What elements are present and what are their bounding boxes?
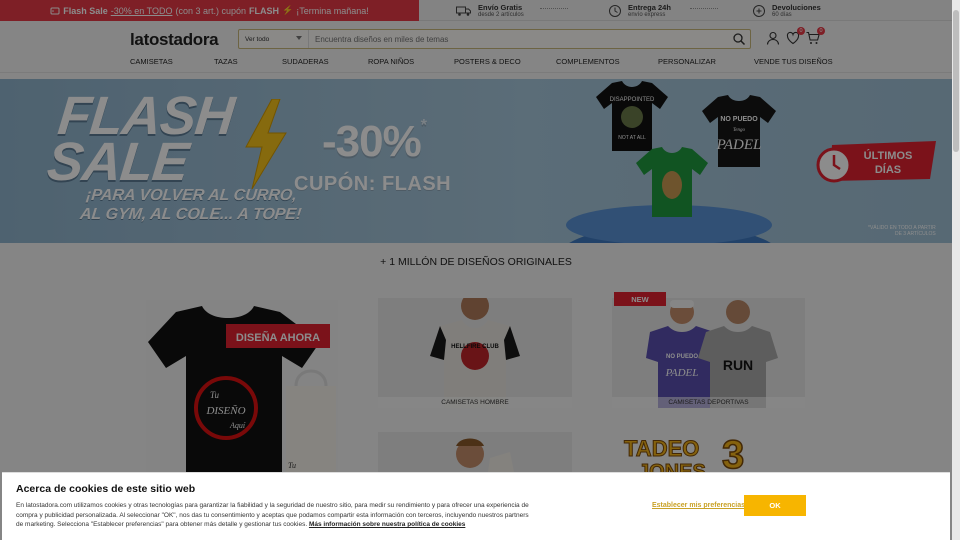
accept-cookies-button[interactable]: OK bbox=[744, 495, 806, 516]
set-preferences-link[interactable]: Establecer mis preferencias bbox=[652, 502, 745, 509]
cookie-consent-banner: Acerca de cookies de este sitio web En l… bbox=[2, 472, 950, 540]
page-scrollbar[interactable] bbox=[952, 0, 960, 540]
cookie-policy-link[interactable]: Más información sobre nuestra política d… bbox=[309, 521, 465, 528]
modal-backdrop[interactable] bbox=[0, 0, 952, 540]
cookie-title: Acerca de cookies de este sitio web bbox=[16, 483, 196, 495]
cookie-body: En latostadora.com utilizamos cookies y … bbox=[16, 501, 536, 530]
scrollbar-thumb[interactable] bbox=[953, 10, 959, 152]
